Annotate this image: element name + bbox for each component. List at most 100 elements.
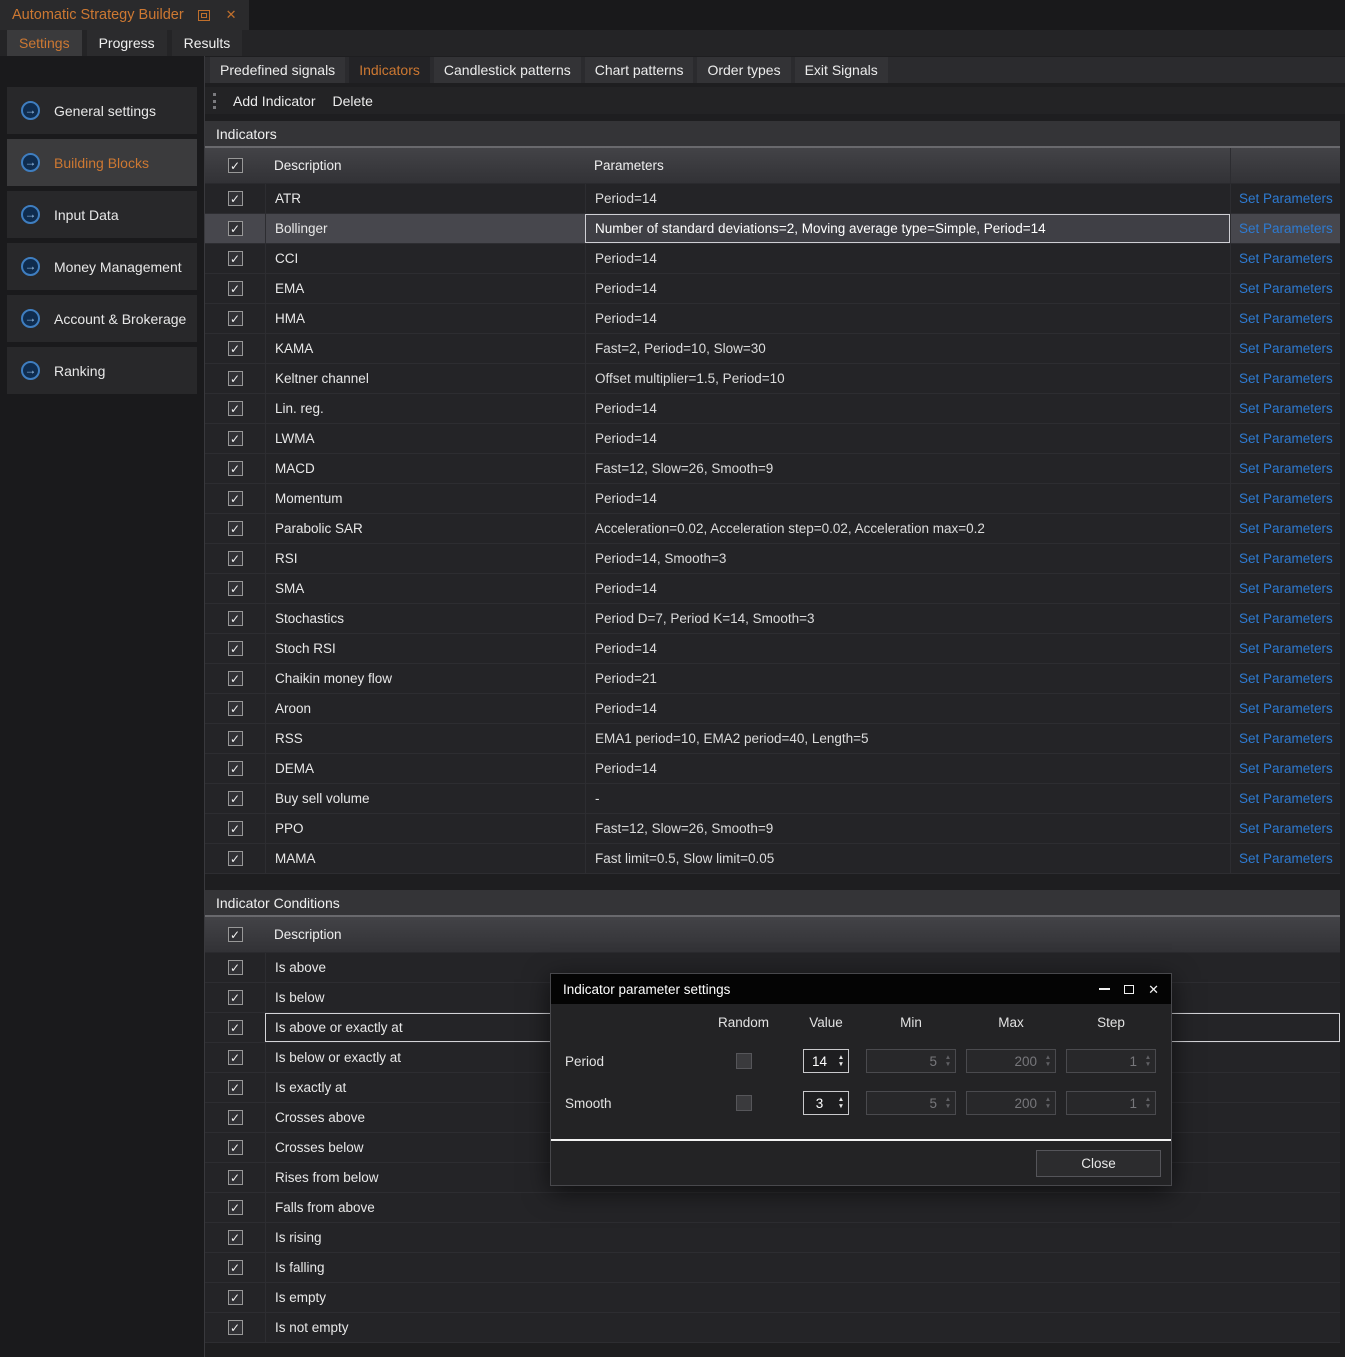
set-parameters-link[interactable]: Set Parameters [1239, 341, 1333, 356]
set-parameters-link[interactable]: Set Parameters [1239, 311, 1333, 326]
table-row[interactable]: ✓ Is rising [205, 1223, 1340, 1253]
set-parameters-link[interactable]: Set Parameters [1239, 191, 1333, 206]
value-stepper[interactable]: 3 ▲▼ [803, 1091, 849, 1115]
close-icon[interactable]: ✕ [1148, 983, 1159, 996]
table-row[interactable]: ✓ RSI Period=14, Smooth=3 Set Parameters [205, 544, 1340, 574]
table-row[interactable]: ✓ CCI Period=14 Set Parameters [205, 244, 1340, 274]
set-parameters-link[interactable]: Set Parameters [1239, 851, 1333, 866]
row-checkbox[interactable]: ✓ [228, 821, 243, 836]
table-row[interactable]: ✓ Parabolic SAR Acceleration=0.02, Accel… [205, 514, 1340, 544]
row-checkbox[interactable]: ✓ [228, 401, 243, 416]
table-row[interactable]: ✓ Lin. reg. Period=14 Set Parameters [205, 394, 1340, 424]
table-row[interactable]: ✓ HMA Period=14 Set Parameters [205, 304, 1340, 334]
toolbar-grip-icon[interactable] [213, 93, 216, 109]
table-row[interactable]: ✓ EMA Period=14 Set Parameters [205, 274, 1340, 304]
table-row[interactable]: ✓ Bollinger Number of standard deviation… [205, 214, 1340, 244]
tab-predefined-signals[interactable]: Predefined signals [210, 57, 345, 83]
row-checkbox[interactable]: ✓ [228, 221, 243, 236]
row-checkbox[interactable]: ✓ [228, 701, 243, 716]
table-row[interactable]: ✓ Is not empty [205, 1313, 1340, 1343]
row-checkbox[interactable]: ✓ [228, 521, 243, 536]
set-parameters-link[interactable]: Set Parameters [1239, 671, 1333, 686]
row-checkbox[interactable]: ✓ [228, 671, 243, 686]
delete-button[interactable]: Delete [333, 93, 373, 109]
table-row[interactable]: ✓ Is empty [205, 1283, 1340, 1313]
set-parameters-link[interactable]: Set Parameters [1239, 551, 1333, 566]
tab-progress[interactable]: Progress [87, 30, 167, 56]
row-checkbox[interactable]: ✓ [228, 1320, 243, 1335]
row-checkbox[interactable]: ✓ [228, 731, 243, 746]
table-row[interactable]: ✓ MACD Fast=12, Slow=26, Smooth=9 Set Pa… [205, 454, 1340, 484]
set-parameters-link[interactable]: Set Parameters [1239, 401, 1333, 416]
spin-up-icon[interactable]: ▲ [838, 1096, 844, 1103]
table-row[interactable]: ✓ KAMA Fast=2, Period=10, Slow=30 Set Pa… [205, 334, 1340, 364]
table-row[interactable]: ✓ Buy sell volume - Set Parameters [205, 784, 1340, 814]
row-checkbox[interactable]: ✓ [228, 1080, 243, 1095]
spin-down-icon[interactable]: ▼ [838, 1061, 844, 1068]
sidebar-item-account-brokerage[interactable]: → Account & Brokerage [7, 295, 197, 342]
set-parameters-link[interactable]: Set Parameters [1239, 641, 1333, 656]
sidebar-item-money-management[interactable]: → Money Management [7, 243, 197, 290]
set-parameters-link[interactable]: Set Parameters [1239, 821, 1333, 836]
set-parameters-link[interactable]: Set Parameters [1239, 731, 1333, 746]
spin-up-icon[interactable]: ▲ [838, 1054, 844, 1061]
tab-chart-patterns[interactable]: Chart patterns [585, 57, 694, 83]
table-row[interactable]: ✓ Keltner channel Offset multiplier=1.5,… [205, 364, 1340, 394]
table-row[interactable]: ✓ MAMA Fast limit=0.5, Slow limit=0.05 S… [205, 844, 1340, 874]
table-row[interactable]: ✓ Stoch RSI Period=14 Set Parameters [205, 634, 1340, 664]
row-checkbox[interactable]: ✓ [228, 191, 243, 206]
set-parameters-link[interactable]: Set Parameters [1239, 251, 1333, 266]
row-checkbox[interactable]: ✓ [228, 1260, 243, 1275]
set-parameters-link[interactable]: Set Parameters [1239, 701, 1333, 716]
tab-indicators[interactable]: Indicators [349, 57, 430, 83]
set-parameters-link[interactable]: Set Parameters [1239, 521, 1333, 536]
random-checkbox[interactable] [736, 1053, 752, 1069]
set-parameters-link[interactable]: Set Parameters [1239, 761, 1333, 776]
row-checkbox[interactable]: ✓ [228, 641, 243, 656]
sidebar-item-input-data[interactable]: → Input Data [7, 191, 197, 238]
table-row[interactable]: ✓ ATR Period=14 Set Parameters [205, 184, 1340, 214]
row-checkbox[interactable]: ✓ [228, 491, 243, 506]
row-checkbox[interactable]: ✓ [228, 1020, 243, 1035]
set-parameters-link[interactable]: Set Parameters [1239, 491, 1333, 506]
row-checkbox[interactable]: ✓ [228, 1140, 243, 1155]
set-parameters-link[interactable]: Set Parameters [1239, 791, 1333, 806]
row-checkbox[interactable]: ✓ [228, 551, 243, 566]
row-checkbox[interactable]: ✓ [228, 461, 243, 476]
popout-icon[interactable] [198, 10, 210, 21]
tab-results[interactable]: Results [172, 30, 243, 56]
row-checkbox[interactable]: ✓ [228, 281, 243, 296]
row-checkbox[interactable]: ✓ [228, 341, 243, 356]
row-checkbox[interactable]: ✓ [228, 1200, 243, 1215]
dialog-title-bar[interactable]: Indicator parameter settings ✕ [551, 974, 1171, 1004]
select-all-checkbox[interactable]: ✓ [228, 158, 243, 173]
table-row[interactable]: ✓ SMA Period=14 Set Parameters [205, 574, 1340, 604]
table-row[interactable]: ✓ Chaikin money flow Period=21 Set Param… [205, 664, 1340, 694]
minimize-icon[interactable] [1099, 988, 1110, 990]
row-checkbox[interactable]: ✓ [228, 431, 243, 446]
set-parameters-link[interactable]: Set Parameters [1239, 461, 1333, 476]
random-checkbox[interactable] [736, 1095, 752, 1111]
tab-order-types[interactable]: Order types [697, 57, 790, 83]
table-row[interactable]: ✓ LWMA Period=14 Set Parameters [205, 424, 1340, 454]
tab-exit-signals[interactable]: Exit Signals [795, 57, 888, 83]
set-parameters-link[interactable]: Set Parameters [1239, 611, 1333, 626]
add-indicator-button[interactable]: Add Indicator [233, 93, 316, 109]
table-row[interactable]: ✓ PPO Fast=12, Slow=26, Smooth=9 Set Par… [205, 814, 1340, 844]
sidebar-item-ranking[interactable]: → Ranking [7, 347, 197, 394]
set-parameters-link[interactable]: Set Parameters [1239, 371, 1333, 386]
table-row[interactable]: ✓ Aroon Period=14 Set Parameters [205, 694, 1340, 724]
row-checkbox[interactable]: ✓ [228, 990, 243, 1005]
table-row[interactable]: ✓ RSS EMA1 period=10, EMA2 period=40, Le… [205, 724, 1340, 754]
row-checkbox[interactable]: ✓ [228, 611, 243, 626]
spin-down-icon[interactable]: ▼ [838, 1103, 844, 1110]
sidebar-item-general-settings[interactable]: → General settings [7, 87, 197, 134]
row-checkbox[interactable]: ✓ [228, 1050, 243, 1065]
row-checkbox[interactable]: ✓ [228, 1230, 243, 1245]
row-checkbox[interactable]: ✓ [228, 371, 243, 386]
row-checkbox[interactable]: ✓ [228, 581, 243, 596]
row-checkbox[interactable]: ✓ [228, 791, 243, 806]
table-row[interactable]: ✓ Stochastics Period D=7, Period K=14, S… [205, 604, 1340, 634]
window-tab[interactable]: Automatic Strategy Builder ✕ [0, 0, 249, 30]
select-all-checkbox[interactable]: ✓ [228, 927, 243, 942]
